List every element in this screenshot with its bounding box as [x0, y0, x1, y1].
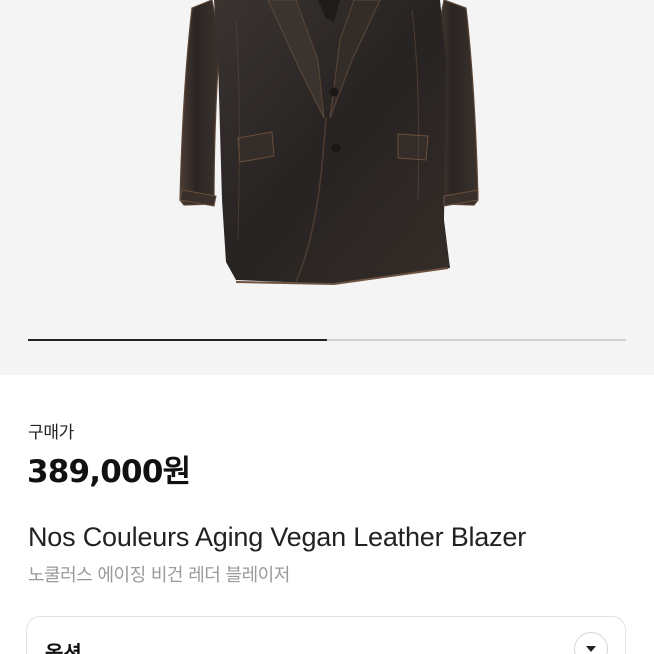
product-image-gallery[interactable]	[0, 0, 654, 375]
price-label: 구매가	[28, 423, 75, 443]
option-label: 옵션	[45, 641, 82, 654]
option-selector[interactable]: 옵션	[26, 616, 626, 654]
product-name-english: Nos Couleurs Aging Vegan Leather Blazer	[28, 522, 527, 552]
product-name-korean: 노쿨러스 에이징 비건 레더 블레이저	[28, 565, 290, 586]
chevron-down-icon	[586, 645, 596, 652]
leather-blazer-photo	[179, 0, 479, 285]
price-value: 389,000원	[27, 454, 191, 490]
gallery-progress-bar[interactable]	[28, 339, 626, 341]
option-toggle-button[interactable]	[574, 632, 608, 654]
gallery-progress-fill	[28, 339, 327, 341]
